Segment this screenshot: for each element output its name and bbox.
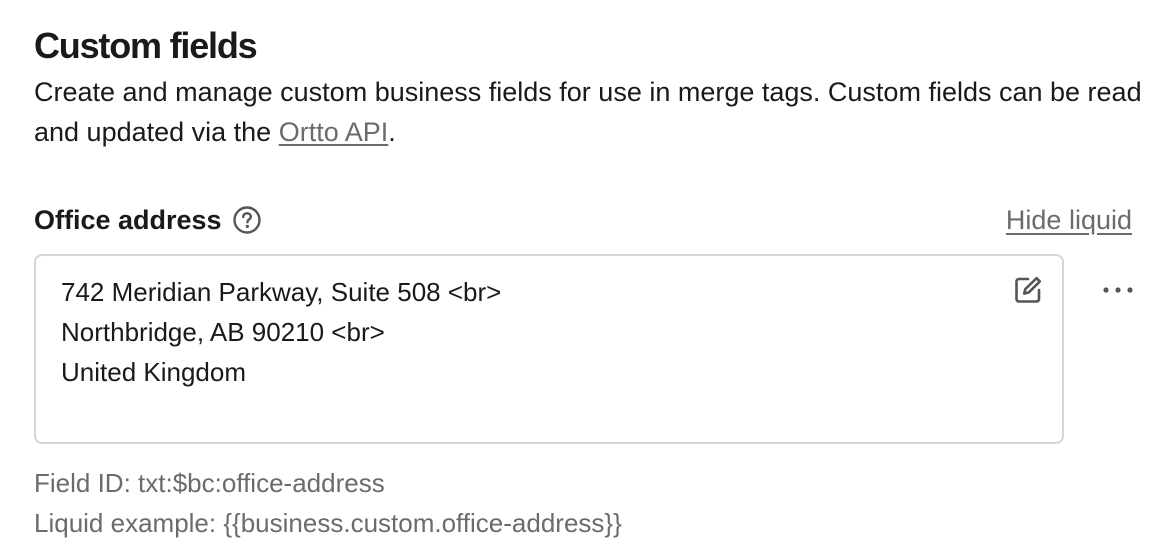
more-horizontal-icon[interactable] xyxy=(1100,276,1136,304)
field-label-row: Office address xyxy=(34,200,262,240)
field-value: 742 Meridian Parkway, Suite 508 <br> Nor… xyxy=(61,272,501,392)
field-id-value: txt:$bc:office-address xyxy=(138,468,385,498)
value-line-2: Northbridge, AB 90210 <br> xyxy=(61,317,385,347)
section-description: Create and manage custom business fields… xyxy=(34,72,1154,152)
liquid-example-label: Liquid example: xyxy=(34,508,217,538)
liquid-example-line: Liquid example: {{business.custom.office… xyxy=(34,505,622,541)
page-title: Custom fields xyxy=(34,25,258,66)
value-line-3: United Kingdom xyxy=(61,357,246,387)
value-line-1: 742 Meridian Parkway, Suite 508 <br> xyxy=(61,277,502,307)
description-period: . xyxy=(388,117,396,147)
edit-icon[interactable] xyxy=(1012,274,1044,306)
liquid-example-value: {{business.custom.office-address}} xyxy=(223,508,622,538)
office-address-field[interactable]: 742 Meridian Parkway, Suite 508 <br> Nor… xyxy=(34,254,1064,444)
hide-liquid-link[interactable]: Hide liquid xyxy=(1006,200,1132,240)
field-label: Office address xyxy=(34,204,222,235)
ortto-api-link[interactable]: Ortto API xyxy=(279,117,389,147)
field-id-line: Field ID: txt:$bc:office-address xyxy=(34,465,385,501)
description-text: Create and manage custom business fields… xyxy=(34,77,1142,147)
field-id-label: Field ID: xyxy=(34,468,131,498)
help-icon[interactable] xyxy=(232,205,262,235)
